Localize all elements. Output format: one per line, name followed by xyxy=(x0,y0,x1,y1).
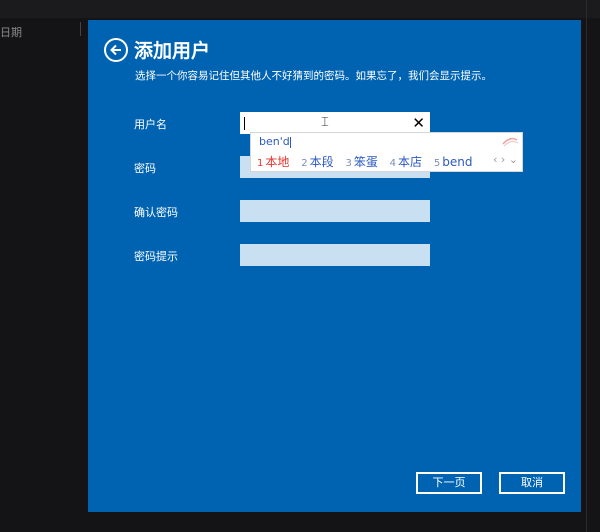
arrow-left-icon xyxy=(110,44,121,56)
next-button[interactable]: 下一页 xyxy=(416,472,482,494)
password-label: 密码 xyxy=(134,162,156,175)
password-hint-label: 密码提示 xyxy=(134,250,178,263)
chevron-right-icon[interactable]: › xyxy=(501,153,505,166)
ime-logo-icon xyxy=(502,137,519,147)
chevron-down-icon[interactable]: ⌄ xyxy=(509,153,518,166)
clear-input-icon[interactable]: ✕ xyxy=(412,114,425,132)
ime-composition: ben'd xyxy=(259,135,291,148)
ime-candidate[interactable]: 4 本店 xyxy=(390,155,422,169)
chevron-left-icon[interactable]: ‹ xyxy=(493,153,497,166)
background-column-separator xyxy=(80,22,81,36)
background-column-header: 日期 xyxy=(0,26,22,39)
password-hint-input[interactable] xyxy=(240,244,430,266)
ime-candidate[interactable]: 3 笨蛋 xyxy=(345,155,377,169)
username-input[interactable]: ⌶ ✕ xyxy=(240,112,430,134)
cancel-button[interactable]: 取消 xyxy=(499,472,565,494)
ime-candidate-window: ben'd 1 本地 2 本段 3 笨蛋 4 本店 5 bend ‹ › ⌄ xyxy=(250,132,523,172)
text-caret xyxy=(244,117,245,130)
ime-candidate-list: 1 本地 2 本段 3 笨蛋 4 本店 5 bend xyxy=(257,153,480,170)
background-divider xyxy=(586,0,587,532)
ime-candidate[interactable]: 1 本地 xyxy=(257,155,289,169)
add-user-dialog: 添加用户 选择一个你容易记住但其他人不好猜到的密码。如果忘了，我们会显示提示。 … xyxy=(88,20,581,512)
confirm-password-label: 确认密码 xyxy=(134,206,178,219)
ime-candidate[interactable]: 2 本段 xyxy=(301,155,333,169)
dialog-subtitle: 选择一个你容易记住但其他人不好猜到的密码。如果忘了，我们会显示提示。 xyxy=(135,70,492,82)
back-button[interactable] xyxy=(104,38,128,62)
username-label: 用户名 xyxy=(134,118,167,131)
ime-candidate[interactable]: 5 bend xyxy=(434,155,473,169)
ime-page-arrows[interactable]: ‹ › ⌄ xyxy=(493,153,518,166)
ibeam-cursor-icon: ⌶ xyxy=(321,115,329,130)
background-window-topbar xyxy=(0,0,600,18)
confirm-password-input[interactable] xyxy=(240,200,430,222)
dialog-title: 添加用户 xyxy=(134,40,211,62)
